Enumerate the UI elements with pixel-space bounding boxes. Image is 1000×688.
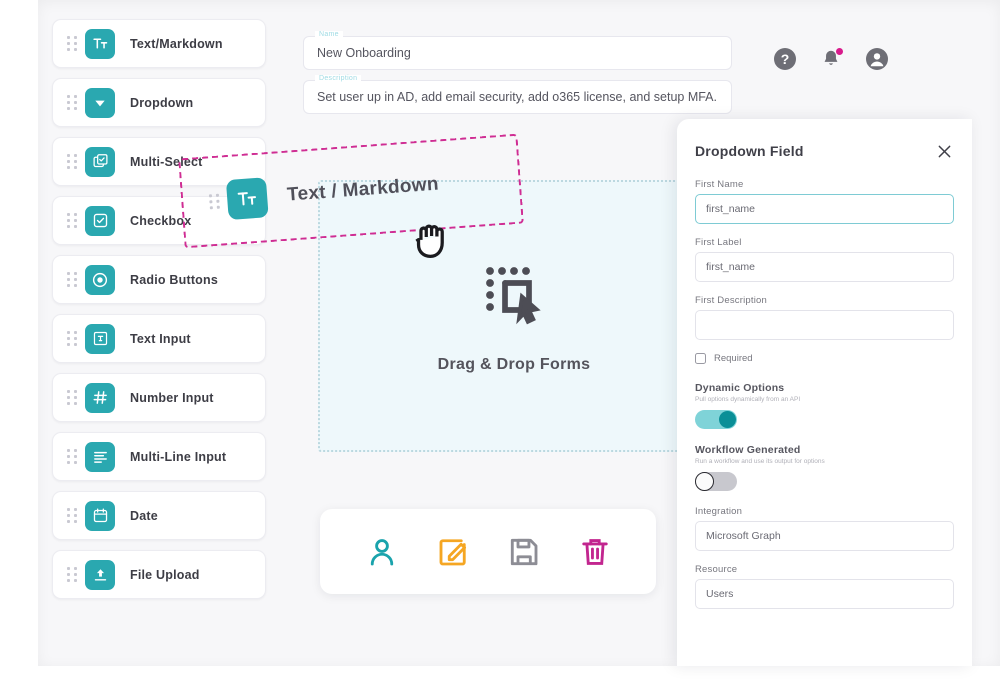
drag-handle-icon[interactable] <box>59 36 85 51</box>
drag-drop-placeholder-icon <box>478 259 550 336</box>
drag-handle-icon[interactable] <box>59 449 85 464</box>
radio-buttons-icon <box>85 264 115 295</box>
palette-item-date[interactable]: Date <box>52 491 266 540</box>
toggle-knob <box>719 411 736 428</box>
palette-item-text-markdown[interactable]: Text/Markdown <box>52 19 266 68</box>
form-action-toolbar <box>320 509 656 594</box>
notifications-bell-icon[interactable] <box>818 46 844 72</box>
palette-item-dropdown[interactable]: Dropdown <box>52 78 266 127</box>
help-icon[interactable]: ? <box>772 46 798 72</box>
toggle-knob <box>695 472 714 491</box>
palette-item-label: Text/Markdown <box>130 36 223 51</box>
palette-item-label: Radio Buttons <box>130 272 219 287</box>
app-root: Text/Markdown Dropdown Multi-Select Chec… <box>0 0 1000 688</box>
resource-input[interactable]: Users <box>695 579 954 609</box>
properties-panel-title: Dropdown Field <box>695 143 804 159</box>
account-avatar-icon[interactable] <box>864 46 890 72</box>
notification-badge <box>836 48 843 55</box>
save-icon[interactable] <box>502 530 546 574</box>
grabbing-hand-cursor-icon <box>405 208 463 266</box>
delete-icon[interactable] <box>573 530 617 574</box>
palette-item-radio-buttons[interactable]: Radio Buttons <box>52 255 266 304</box>
workflow-generated-toggle[interactable] <box>695 472 737 491</box>
text-markdown-icon <box>225 177 269 221</box>
palette-item-multi-line-input[interactable]: Multi-Line Input <box>52 432 266 481</box>
integration-value: Microsoft Graph <box>706 530 781 542</box>
properties-panel: Dropdown Field First Name first_name Fir… <box>677 119 972 666</box>
drag-handle-icon[interactable] <box>59 331 85 346</box>
first-name-label: First Name <box>695 179 744 190</box>
form-header-fields: Name New Onboarding Description Set user… <box>303 31 732 124</box>
first-label-label: First Label <box>695 237 742 248</box>
multi-line-input-icon <box>85 441 115 472</box>
checkbox-icon <box>85 205 115 236</box>
drag-handle-icon[interactable] <box>59 95 85 110</box>
palette-item-number-input[interactable]: Number Input <box>52 373 266 422</box>
first-description-input[interactable] <box>695 310 954 340</box>
dropdown-icon <box>85 87 115 118</box>
name-field-value: New Onboarding <box>317 46 411 60</box>
resource-label: Resource <box>695 564 738 575</box>
palette-item-label: Number Input <box>130 390 214 405</box>
dynamic-options-subtitle: Pull options dynamically from an API <box>695 396 801 403</box>
required-label: Required <box>714 353 753 364</box>
workflow-generated-title: Workflow Generated <box>695 444 801 456</box>
workflow-generated-block: Workflow Generated Run a workflow and us… <box>695 444 954 491</box>
drag-handle-icon[interactable] <box>59 567 85 582</box>
required-checkbox[interactable] <box>695 353 706 364</box>
palette-item-label: Dropdown <box>130 95 194 110</box>
drag-handle-icon[interactable] <box>201 193 228 210</box>
drag-handle-icon[interactable] <box>59 272 85 287</box>
palette-item-label: Text Input <box>130 331 191 346</box>
drag-handle-icon[interactable] <box>59 154 85 169</box>
palette-item-label: File Upload <box>130 567 200 582</box>
drag-handle-icon[interactable] <box>59 390 85 405</box>
first-description-label: First Description <box>695 295 768 306</box>
description-field-legend: Description <box>315 75 362 82</box>
integration-label: Integration <box>695 506 743 517</box>
first-label-value: first_name <box>706 261 756 273</box>
description-field[interactable]: Description Set user up in AD, add email… <box>303 75 732 114</box>
multi-select-icon <box>85 146 115 177</box>
palette-item-label: Date <box>130 508 158 523</box>
first-description-field-group: First Description <box>695 295 954 340</box>
svg-text:?: ? <box>781 51 790 67</box>
integration-field-group: Integration Microsoft Graph <box>695 506 954 551</box>
name-field[interactable]: Name New Onboarding <box>303 31 732 70</box>
close-icon[interactable] <box>934 141 954 161</box>
dynamic-options-toggle[interactable] <box>695 410 737 429</box>
required-checkbox-row[interactable]: Required <box>695 353 954 364</box>
first-label-field-group: First Label first_name <box>695 237 954 282</box>
header-icon-group: ? <box>772 46 890 72</box>
drag-handle-icon[interactable] <box>59 508 85 523</box>
first-name-field-group: First Name first_name <box>695 179 954 224</box>
integration-input[interactable]: Microsoft Graph <box>695 521 954 551</box>
palette-item-text-input[interactable]: Text Input <box>52 314 266 363</box>
drag-drop-label: Drag & Drop Forms <box>437 355 591 373</box>
description-field-value: Set user up in AD, add email security, a… <box>317 90 717 104</box>
first-label-input[interactable]: first_name <box>695 252 954 282</box>
palette-item-label: Multi-Line Input <box>130 449 227 464</box>
text-markdown-icon <box>85 28 115 59</box>
dynamic-options-block: Dynamic Options Pull options dynamically… <box>695 382 954 429</box>
drag-handle-icon[interactable] <box>59 213 85 228</box>
file-upload-icon <box>85 559 115 590</box>
dragging-component-label: Text / Markdown <box>286 173 440 206</box>
component-palette: Text/Markdown Dropdown Multi-Select Chec… <box>52 19 266 609</box>
first-name-value: first_name <box>706 203 756 215</box>
resource-value: Users <box>706 588 734 600</box>
number-input-icon <box>85 382 115 413</box>
properties-panel-header: Dropdown Field <box>695 141 954 161</box>
first-name-input[interactable]: first_name <box>695 194 954 224</box>
user-icon[interactable] <box>360 530 404 574</box>
edit-icon[interactable] <box>431 530 475 574</box>
date-icon <box>85 500 115 531</box>
workflow-generated-subtitle: Run a workflow and use its output for op… <box>695 458 825 465</box>
name-field-legend: Name <box>315 31 343 38</box>
dynamic-options-title: Dynamic Options <box>695 382 785 394</box>
resource-field-group: Resource Users <box>695 564 954 609</box>
palette-item-file-upload[interactable]: File Upload <box>52 550 266 599</box>
text-input-icon <box>85 323 115 354</box>
